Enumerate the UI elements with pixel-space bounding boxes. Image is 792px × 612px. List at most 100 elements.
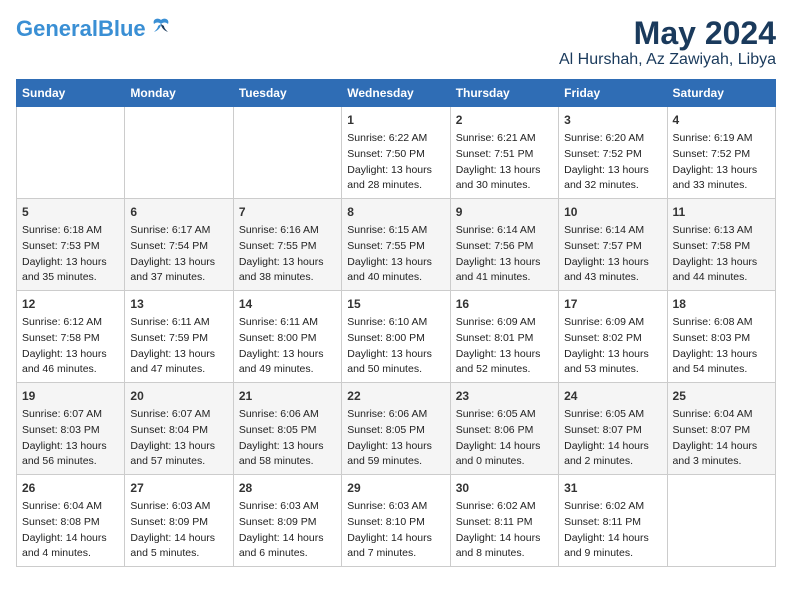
calendar-day-22: 22Sunrise: 6:06 AMSunset: 8:05 PMDayligh…: [342, 383, 450, 475]
day-info-text: Daylight: 14 hours: [673, 439, 770, 455]
calendar-day-7: 7Sunrise: 6:16 AMSunset: 7:55 PMDaylight…: [233, 199, 341, 291]
day-info-text: Sunrise: 6:02 AM: [456, 499, 553, 515]
day-info-text: Sunrise: 6:19 AM: [673, 131, 770, 147]
day-info-text: Daylight: 13 hours: [673, 347, 770, 363]
calendar-day-12: 12 Sunrise: 6:12 AMSunset: 7:58 PMDayligh…: [17, 291, 125, 383]
day-info-text: Sunrise: 6:22 AM: [347, 131, 444, 147]
calendar-day-3: 3Sunrise: 6:20 AMSunset: 7:52 PMDaylight…: [559, 107, 667, 199]
day-info-text: Sunrise: 6:03 AM: [347, 499, 444, 515]
calendar-empty-cell: [667, 475, 775, 567]
day-info-text: Daylight: 13 hours: [130, 439, 227, 455]
day-info-text: Sunrise: 6:15 AM: [347, 223, 444, 239]
day-info-text: Daylight: 13 hours: [130, 255, 227, 271]
calendar-day-18: 18Sunrise: 6:08 AMSunset: 8:03 PMDayligh…: [667, 291, 775, 383]
day-number: 5: [22, 203, 119, 221]
day-info-text: Sunset: 8:02 PM: [564, 331, 661, 347]
calendar-day-11: 11Sunrise: 6:13 AMSunset: 7:58 PMDayligh…: [667, 199, 775, 291]
day-info-text: Sunset: 8:01 PM: [456, 331, 553, 347]
day-info-text: Daylight: 13 hours: [564, 163, 661, 179]
calendar-day-10: 10Sunrise: 6:14 AMSunset: 7:57 PMDayligh…: [559, 199, 667, 291]
day-info-text: Sunrise: 6:21 AM: [456, 131, 553, 147]
day-info-text: Daylight: 13 hours: [239, 347, 336, 363]
day-info-text: Sunrise: 6:04 AM: [22, 499, 119, 515]
day-number: 23: [456, 387, 553, 405]
day-info-text: Sunrise: 6:11 AM: [130, 315, 227, 331]
day-info-text: Sunset: 8:10 PM: [347, 515, 444, 531]
day-info-text: Sunset: 8:11 PM: [456, 515, 553, 531]
day-info-text: and 30 minutes.: [456, 178, 553, 194]
weekday-header-sunday: Sunday: [17, 80, 125, 107]
calendar-day-8: 8Sunrise: 6:15 AMSunset: 7:55 PMDaylight…: [342, 199, 450, 291]
day-info-text: Sunrise: 6:05 AM: [456, 407, 553, 423]
day-info-text: Sunrise: 6:14 AM: [564, 223, 661, 239]
day-number: 11: [673, 203, 770, 221]
calendar-day-20: 20Sunrise: 6:07 AMSunset: 8:04 PMDayligh…: [125, 383, 233, 475]
day-info-text: and 28 minutes.: [347, 178, 444, 194]
calendar-empty-cell: [17, 107, 125, 199]
day-info-text: and 33 minutes.: [673, 178, 770, 194]
day-info-text: Sunrise: 6:08 AM: [673, 315, 770, 331]
day-info-text: Sunset: 7:58 PM: [673, 239, 770, 255]
day-info-text: Sunset: 8:04 PM: [130, 423, 227, 439]
day-number: 26: [22, 479, 119, 497]
day-info-text: Daylight: 13 hours: [347, 163, 444, 179]
day-info-text: and 35 minutes.: [22, 270, 119, 286]
day-info-text: Sunrise: 6:06 AM: [239, 407, 336, 423]
calendar-day-30: 30Sunrise: 6:02 AMSunset: 8:11 PMDayligh…: [450, 475, 558, 567]
day-info-text: Sunset: 8:08 PM: [22, 515, 119, 531]
day-info-text: Sunset: 7:51 PM: [456, 147, 553, 163]
day-info-text: Sunrise: 6:12 AM: [22, 315, 119, 331]
calendar-day-9: 9Sunrise: 6:14 AMSunset: 7:56 PMDaylight…: [450, 199, 558, 291]
day-info-text: and 54 minutes.: [673, 362, 770, 378]
day-info-text: Sunrise: 6:09 AM: [456, 315, 553, 331]
calendar-day-25: 25Sunrise: 6:04 AMSunset: 8:07 PMDayligh…: [667, 383, 775, 475]
day-number: 10: [564, 203, 661, 221]
day-info-text: and 44 minutes.: [673, 270, 770, 286]
day-number: 9: [456, 203, 553, 221]
day-info-text: and 59 minutes.: [347, 454, 444, 470]
day-info-text: Sunrise: 6:04 AM: [673, 407, 770, 423]
calendar-table: SundayMondayTuesdayWednesdayThursdayFrid…: [16, 79, 776, 567]
day-info-text: Sunset: 8:00 PM: [239, 331, 336, 347]
calendar-day-13: 13Sunrise: 6:11 AMSunset: 7:59 PMDayligh…: [125, 291, 233, 383]
day-info-text: Daylight: 13 hours: [456, 347, 553, 363]
day-number: 6: [130, 203, 227, 221]
weekday-header-saturday: Saturday: [667, 80, 775, 107]
day-info-text: Sunset: 7:58 PM: [22, 331, 119, 347]
logo: GeneralBlue: [16, 16, 172, 43]
day-info-text: Sunset: 7:59 PM: [130, 331, 227, 347]
calendar-day-6: 6Sunrise: 6:17 AMSunset: 7:54 PMDaylight…: [125, 199, 233, 291]
day-info-text: Daylight: 13 hours: [130, 347, 227, 363]
day-info-text: Daylight: 14 hours: [456, 439, 553, 455]
day-info-text: Daylight: 13 hours: [347, 439, 444, 455]
day-info-text: and 43 minutes.: [564, 270, 661, 286]
day-info-text: Sunrise: 6:17 AM: [130, 223, 227, 239]
day-info-text: Sunset: 8:03 PM: [22, 423, 119, 439]
calendar-day-2: 2Sunrise: 6:21 AMSunset: 7:51 PMDaylight…: [450, 107, 558, 199]
day-info-text: Sunset: 8:05 PM: [347, 423, 444, 439]
calendar-day-19: 19Sunrise: 6:07 AMSunset: 8:03 PMDayligh…: [17, 383, 125, 475]
calendar-header-row: SundayMondayTuesdayWednesdayThursdayFrid…: [17, 80, 776, 107]
day-info-text: Sunset: 8:06 PM: [456, 423, 553, 439]
day-number: 31: [564, 479, 661, 497]
day-number: 2: [456, 111, 553, 129]
day-info-text: Daylight: 13 hours: [239, 255, 336, 271]
day-number: 3: [564, 111, 661, 129]
day-info-text: Daylight: 13 hours: [22, 347, 119, 363]
day-number: 12: [22, 295, 119, 313]
calendar-day-15: 15Sunrise: 6:10 AMSunset: 8:00 PMDayligh…: [342, 291, 450, 383]
day-info-text: Daylight: 13 hours: [564, 347, 661, 363]
day-info-text: Daylight: 14 hours: [456, 531, 553, 547]
day-info-text: Daylight: 13 hours: [673, 163, 770, 179]
day-number: 17: [564, 295, 661, 313]
day-info-text: Sunrise: 6:02 AM: [564, 499, 661, 515]
day-info-text: and 6 minutes.: [239, 546, 336, 562]
day-info-text: Daylight: 14 hours: [22, 531, 119, 547]
day-info-text: Daylight: 13 hours: [239, 439, 336, 455]
calendar-day-16: 16Sunrise: 6:09 AMSunset: 8:01 PMDayligh…: [450, 291, 558, 383]
day-info-text: Sunrise: 6:20 AM: [564, 131, 661, 147]
logo-text: GeneralBlue: [16, 17, 146, 41]
day-info-text: Sunset: 7:55 PM: [239, 239, 336, 255]
day-info-text: Sunset: 8:11 PM: [564, 515, 661, 531]
day-number: 4: [673, 111, 770, 129]
